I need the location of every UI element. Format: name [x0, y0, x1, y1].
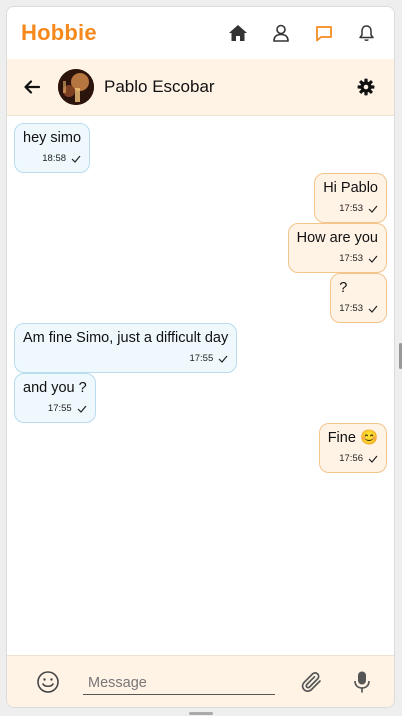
message-time: 17:56 [339, 453, 363, 464]
message-composer [7, 655, 394, 707]
chat-icon [315, 25, 332, 41]
nav-icons [216, 13, 388, 53]
message-time: 17:55 [47, 403, 72, 414]
message-time: 17:55 [189, 353, 214, 364]
message-meta: 17:55 [23, 350, 228, 367]
message-meta: 18:58 [23, 150, 81, 167]
resize-handle[interactable] [189, 712, 213, 715]
chat-settings-button[interactable] [348, 69, 384, 105]
message-bubble-outgoing[interactable]: ? 17:53 [330, 273, 387, 323]
contact-name[interactable]: Pablo Escobar [104, 77, 215, 97]
message-text: How are you [296, 230, 378, 246]
message-bubble-outgoing[interactable]: Fine 😊 17:56 [318, 423, 387, 473]
message-text: hey simo [23, 130, 82, 146]
microphone-icon [354, 671, 370, 692]
top-navbar: Hobbie [7, 7, 394, 59]
message-time: 17:53 [339, 203, 363, 214]
contact-avatar[interactable] [58, 69, 94, 105]
gear-icon [357, 78, 375, 96]
paperclip-icon [301, 671, 321, 692]
message-bubble-incoming[interactable]: Am fine Simo, just a difficult day 17:55 [14, 323, 238, 373]
check-icon [368, 205, 378, 213]
message-bubble-outgoing[interactable]: How are you 17:53 [287, 223, 387, 273]
messages-button[interactable] [302, 13, 345, 53]
message-text: Am fine Simo, just a difficult day [23, 330, 229, 346]
message-meta: 17:53 [339, 300, 378, 317]
message-text: ? [339, 280, 348, 296]
message-time: 17:53 [339, 253, 363, 264]
check-icon [368, 255, 378, 263]
bell-icon [359, 25, 374, 41]
message-bubble-outgoing[interactable]: Hi Pablo 17:53 [314, 173, 387, 223]
arrow-left-icon [24, 80, 41, 94]
message-bubble-incoming[interactable]: hey simo 18:58 [14, 123, 91, 173]
smiley-icon [37, 670, 59, 693]
message-meta: 17:56 [328, 450, 378, 467]
check-icon [368, 455, 378, 463]
app-window: Hobbie Pablo Escobar hey simo 18:58 Hi P… [6, 6, 395, 708]
message-text: Fine 😊 [327, 430, 378, 446]
back-button[interactable] [7, 67, 57, 107]
home-icon [228, 25, 247, 41]
message-list[interactable]: hey simo 18:58 Hi Pablo 17:53 How are yo… [7, 117, 394, 657]
message-meta: 17:55 [23, 400, 87, 417]
check-icon [71, 155, 81, 163]
emoji-button[interactable] [33, 667, 63, 697]
message-meta: 17:53 [297, 250, 378, 267]
app-logo[interactable]: Hobbie [21, 20, 97, 46]
message-input[interactable] [83, 668, 275, 695]
check-icon [368, 305, 378, 313]
voice-button[interactable] [347, 667, 377, 697]
check-icon [218, 355, 228, 363]
attach-button[interactable] [297, 667, 327, 697]
message-bubble-incoming[interactable]: and you ? 17:55 [14, 373, 96, 423]
user-icon [272, 24, 289, 42]
message-meta: 17:53 [323, 200, 378, 217]
message-time: 17:53 [339, 303, 363, 314]
chat-header: Pablo Escobar [7, 59, 394, 116]
message-text: Hi Pablo [323, 180, 378, 196]
check-icon [77, 405, 87, 413]
avatar-image [58, 69, 94, 105]
message-time: 18:58 [42, 153, 67, 164]
notifications-button[interactable] [345, 13, 388, 53]
home-button[interactable] [216, 13, 259, 53]
message-text: and you ? [23, 380, 87, 396]
profile-button[interactable] [259, 13, 302, 53]
